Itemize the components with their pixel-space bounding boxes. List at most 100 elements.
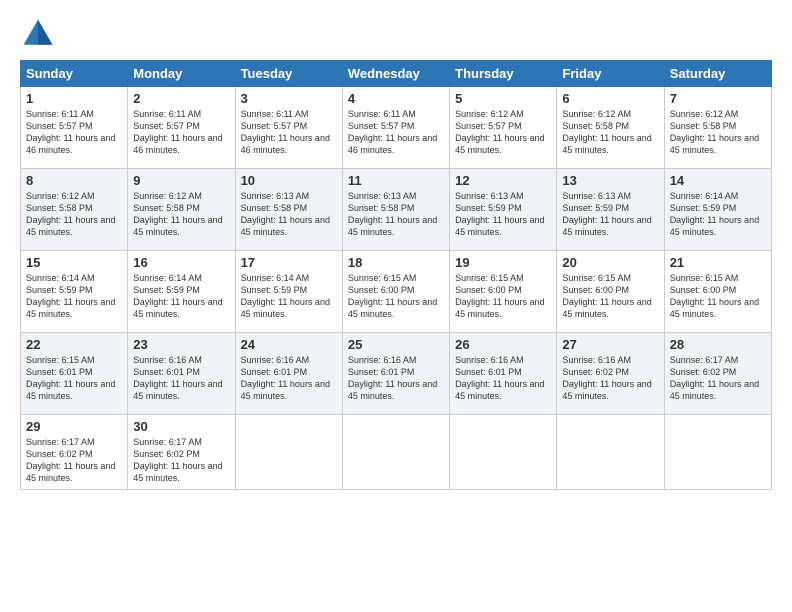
calendar-cell [450,415,557,490]
calendar-cell: 8Sunrise: 6:12 AMSunset: 5:58 PMDaylight… [21,169,128,251]
day-info: Sunrise: 6:13 AMSunset: 5:58 PMDaylight:… [348,190,444,239]
day-info: Sunrise: 6:16 AMSunset: 6:02 PMDaylight:… [562,354,658,403]
day-number: 22 [26,337,122,352]
day-number: 5 [455,91,551,106]
calendar-header-row: SundayMondayTuesdayWednesdayThursdayFrid… [21,61,772,87]
calendar-cell: 20Sunrise: 6:15 AMSunset: 6:00 PMDayligh… [557,251,664,333]
day-info: Sunrise: 6:13 AMSunset: 5:59 PMDaylight:… [455,190,551,239]
day-number: 13 [562,173,658,188]
day-number: 17 [241,255,337,270]
calendar-cell: 7 Sunrise: 6:12 AMSunset: 5:58 PMDaylight… [664,87,771,169]
day-number: 4 [348,91,444,106]
day-info: Sunrise: 6:16 AMSunset: 6:01 PMDaylight:… [348,354,444,403]
day-number: 18 [348,255,444,270]
day-info: Sunrise: 6:17 AMSunset: 6:02 PMDaylight:… [670,354,766,403]
day-info: Sunrise: 6:13 AMSunset: 5:59 PMDaylight:… [562,190,658,239]
day-number: 27 [562,337,658,352]
calendar-cell: 30 Sunrise: 6:17 AMSunset: 6:02 PMDayligh… [128,415,235,490]
calendar-cell: 26 Sunrise: 6:16 AMSunset: 6:01 PMDayligh… [450,333,557,415]
calendar-cell: 27 Sunrise: 6:16 AMSunset: 6:02 PMDayligh… [557,333,664,415]
day-number: 9 [133,173,229,188]
day-number: 19 [455,255,551,270]
day-info: Sunrise: 6:15 AMSunset: 6:00 PMDaylight:… [348,272,444,321]
day-info: Sunrise: 6:11 AMSunset: 5:57 PMDaylight:… [348,108,444,157]
calendar-cell: 9 Sunrise: 6:12 AMSunset: 5:58 PMDaylight… [128,169,235,251]
day-info: Sunrise: 6:14 AMSunset: 5:59 PMDaylight:… [133,272,229,321]
calendar-cell: 23Sunrise: 6:16 AMSunset: 6:01 PMDayligh… [128,333,235,415]
calendar-header-wednesday: Wednesday [342,61,449,87]
day-info: Sunrise: 6:12 AMSunset: 5:58 PMDaylight:… [670,108,766,157]
day-info: Sunrise: 6:16 AMSunset: 6:01 PMDaylight:… [455,354,551,403]
calendar-header-tuesday: Tuesday [235,61,342,87]
day-info: Sunrise: 6:11 AMSunset: 5:57 PMDaylight:… [241,108,337,157]
logo [20,16,60,52]
calendar-cell [664,415,771,490]
calendar-cell: 24Sunrise: 6:16 AMSunset: 6:01 PMDayligh… [235,333,342,415]
day-number: 7 [670,91,766,106]
day-info: Sunrise: 6:17 AMSunset: 6:02 PMDaylight:… [26,436,122,485]
day-number: 23 [133,337,229,352]
day-info: Sunrise: 6:12 AMSunset: 5:58 PMDaylight:… [562,108,658,157]
day-number: 3 [241,91,337,106]
calendar-cell: 15 Sunrise: 6:14 AMSunset: 5:59 PMDayligh… [21,251,128,333]
day-number: 14 [670,173,766,188]
day-info: Sunrise: 6:14 AMSunset: 5:59 PMDaylight:… [670,190,766,239]
calendar-header-sunday: Sunday [21,61,128,87]
calendar-header-friday: Friday [557,61,664,87]
day-info: Sunrise: 6:11 AMSunset: 5:57 PMDaylight:… [133,108,229,157]
calendar-cell: 12 Sunrise: 6:13 AMSunset: 5:59 PMDayligh… [450,169,557,251]
logo-icon [20,16,56,52]
day-info: Sunrise: 6:13 AMSunset: 5:58 PMDaylight:… [241,190,337,239]
day-info: Sunrise: 6:15 AMSunset: 6:00 PMDaylight:… [455,272,551,321]
day-number: 8 [26,173,122,188]
header [20,16,772,52]
calendar-cell: 28Sunrise: 6:17 AMSunset: 6:02 PMDayligh… [664,333,771,415]
day-number: 25 [348,337,444,352]
calendar-header-thursday: Thursday [450,61,557,87]
day-info: Sunrise: 6:12 AMSunset: 5:57 PMDaylight:… [455,108,551,157]
day-number: 15 [26,255,122,270]
calendar-cell: 25 Sunrise: 6:16 AMSunset: 6:01 PMDayligh… [342,333,449,415]
day-number: 10 [241,173,337,188]
calendar-header-saturday: Saturday [664,61,771,87]
calendar-cell: 22 Sunrise: 6:15 AMSunset: 6:01 PMDayligh… [21,333,128,415]
calendar-cell: 16 Sunrise: 6:14 AMSunset: 5:59 PMDayligh… [128,251,235,333]
calendar-cell: 3 Sunrise: 6:11 AMSunset: 5:57 PMDaylight… [235,87,342,169]
day-number: 16 [133,255,229,270]
day-number: 1 [26,91,122,106]
day-info: Sunrise: 6:15 AMSunset: 6:00 PMDaylight:… [670,272,766,321]
day-number: 6 [562,91,658,106]
calendar-cell [235,415,342,490]
calendar-cell: 11Sunrise: 6:13 AMSunset: 5:58 PMDayligh… [342,169,449,251]
day-number: 21 [670,255,766,270]
calendar-cell: 21 Sunrise: 6:15 AMSunset: 6:00 PMDayligh… [664,251,771,333]
calendar-week-1: 1 Sunrise: 6:11 AMSunset: 5:57 PMDaylight… [21,87,772,169]
calendar-cell [557,415,664,490]
day-number: 26 [455,337,551,352]
calendar-table: SundayMondayTuesdayWednesdayThursdayFrid… [20,60,772,490]
day-info: Sunrise: 6:14 AMSunset: 5:59 PMDaylight:… [241,272,337,321]
calendar-week-3: 15 Sunrise: 6:14 AMSunset: 5:59 PMDayligh… [21,251,772,333]
calendar-cell: 17 Sunrise: 6:14 AMSunset: 5:59 PMDayligh… [235,251,342,333]
calendar-cell: 5 Sunrise: 6:12 AMSunset: 5:57 PMDaylight… [450,87,557,169]
calendar-cell: 18 Sunrise: 6:15 AMSunset: 6:00 PMDayligh… [342,251,449,333]
day-info: Sunrise: 6:15 AMSunset: 6:01 PMDaylight:… [26,354,122,403]
page: SundayMondayTuesdayWednesdayThursdayFrid… [0,0,792,612]
calendar-cell: 14 Sunrise: 6:14 AMSunset: 5:59 PMDayligh… [664,169,771,251]
day-info: Sunrise: 6:14 AMSunset: 5:59 PMDaylight:… [26,272,122,321]
calendar-cell: 29Sunrise: 6:17 AMSunset: 6:02 PMDayligh… [21,415,128,490]
day-number: 24 [241,337,337,352]
calendar-week-5: 29Sunrise: 6:17 AMSunset: 6:02 PMDayligh… [21,415,772,490]
calendar-header-monday: Monday [128,61,235,87]
day-info: Sunrise: 6:12 AMSunset: 5:58 PMDaylight:… [133,190,229,239]
day-number: 30 [133,419,229,434]
calendar-cell: 13 Sunrise: 6:13 AMSunset: 5:59 PMDayligh… [557,169,664,251]
calendar-cell [342,415,449,490]
day-number: 12 [455,173,551,188]
calendar-week-4: 22 Sunrise: 6:15 AMSunset: 6:01 PMDayligh… [21,333,772,415]
day-info: Sunrise: 6:11 AMSunset: 5:57 PMDaylight:… [26,108,122,157]
day-number: 20 [562,255,658,270]
calendar-week-2: 8 Sunrise: 6:12 AMSunset: 5:58 PMDaylight… [21,169,772,251]
day-info: Sunrise: 6:17 AMSunset: 6:02 PMDaylight:… [133,436,229,485]
day-number: 2 [133,91,229,106]
